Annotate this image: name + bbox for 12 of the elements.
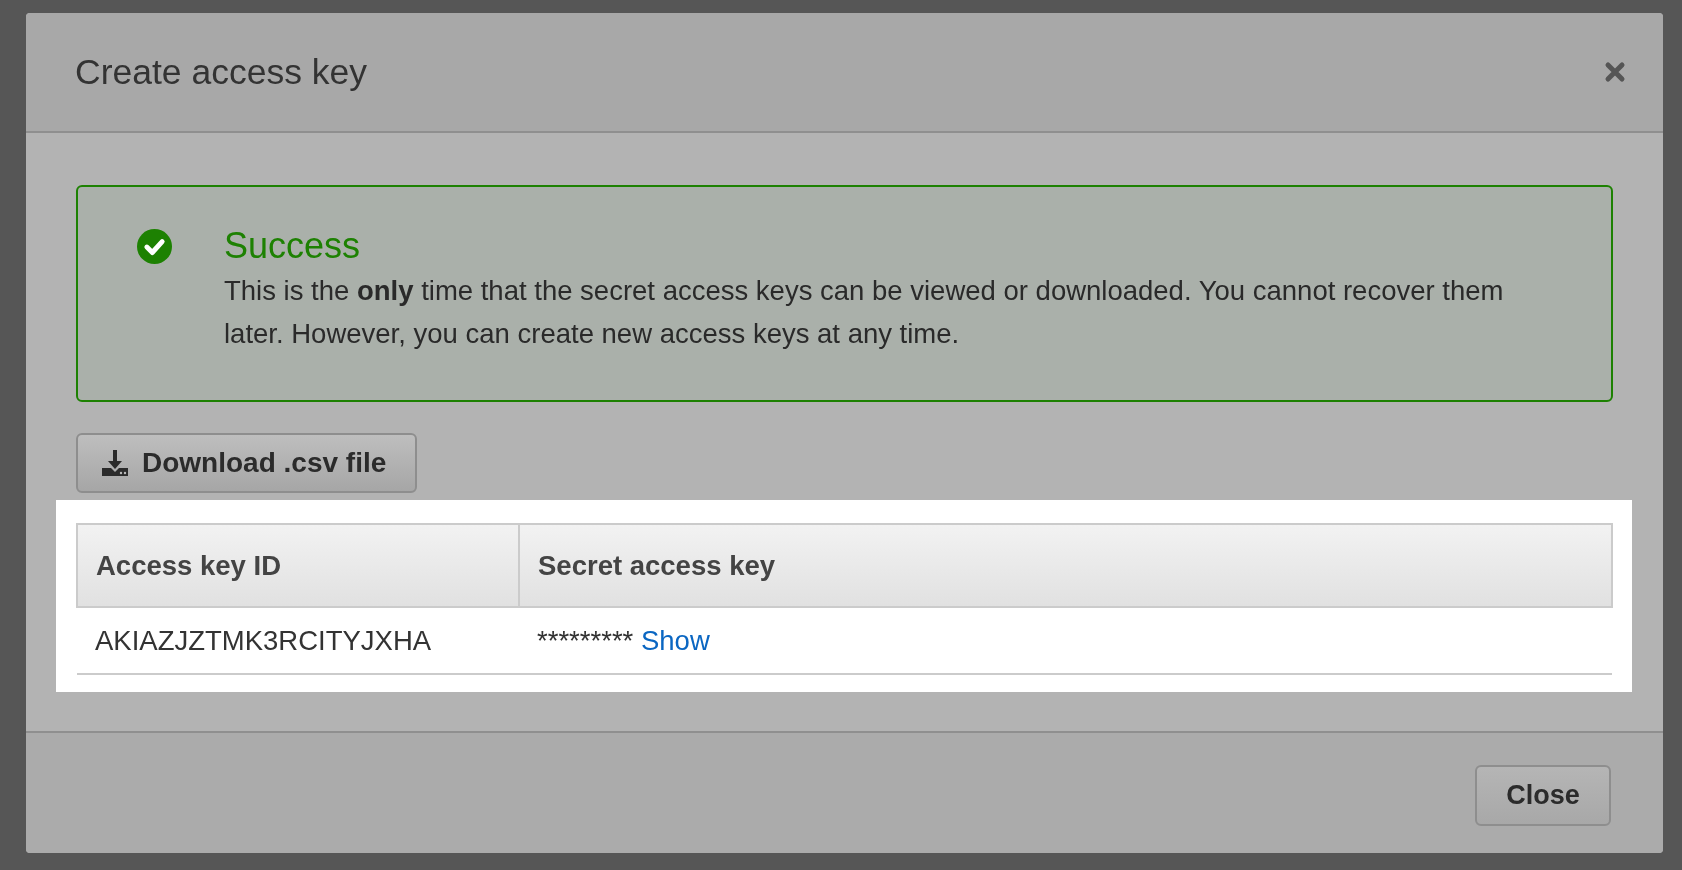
access-key-id: AKIAZJZTMK3RCITYJXHA bbox=[77, 607, 519, 674]
download-icon bbox=[100, 448, 130, 478]
column-header: Access key ID bbox=[77, 524, 519, 607]
close-icon[interactable] bbox=[1604, 61, 1626, 83]
download-button[interactable]: Download .csv file bbox=[76, 433, 417, 493]
column-header: Secret access key bbox=[519, 524, 1612, 607]
close-button[interactable]: Close bbox=[1475, 765, 1611, 826]
masked-secret: ********* bbox=[537, 624, 634, 656]
alert-title: Success bbox=[224, 225, 362, 267]
dialog-title: Create access key bbox=[75, 51, 367, 93]
alert-message: This is the only time that the secret access keys can be viewed or downloaded. You cannot recover them later. However, you can create new access keys at any time. bbox=[224, 274, 1505, 351]
show-link[interactable]: Show bbox=[640, 624, 710, 656]
